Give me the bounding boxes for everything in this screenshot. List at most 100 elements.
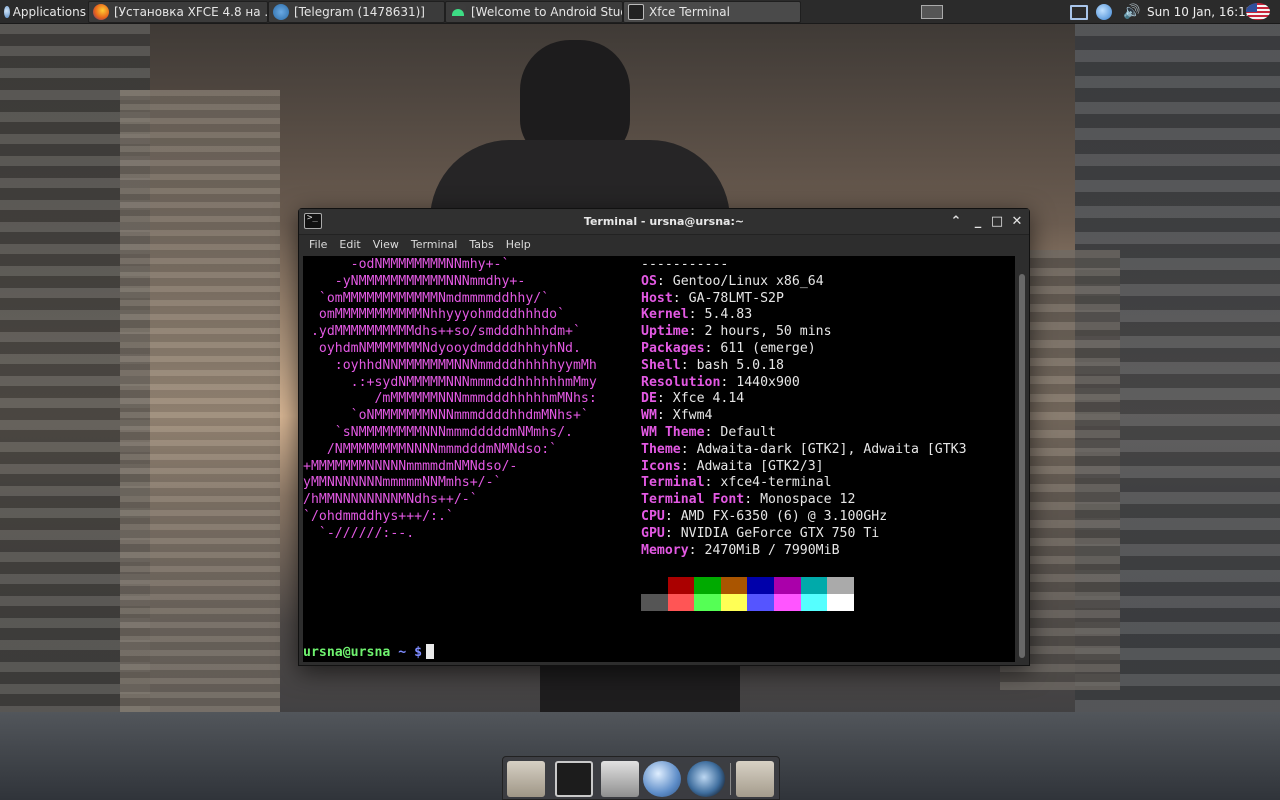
logo-text: /mMMMMMMNNNmmmdddhhhhhmMNhs: [374, 391, 597, 407]
info-line: Memory: 2470MiB / 7990MiB [641, 543, 1015, 560]
applications-menu-button[interactable]: Applications [0, 0, 86, 24]
info-value: bash 5.0.18 [696, 357, 784, 373]
info-key: Resolution [641, 374, 721, 390]
logo-text: `sNMMMMMMMMNNNmmmdddddmNMmhs/. [334, 424, 573, 440]
shell-prompt[interactable]: ursna@ursna ~ $ [303, 644, 435, 662]
info-value: xfce4-terminal [720, 475, 832, 491]
info-line: Uptime: 2 hours, 50 mins [641, 324, 1015, 341]
minimize-button[interactable]: _ [969, 213, 987, 231]
volume-icon[interactable]: 🔊 [1122, 3, 1142, 21]
info-line: Kernel: 5.4.83 [641, 307, 1015, 324]
logo-indent [303, 291, 319, 306]
taskbar-item-firefox[interactable]: [Установка XFCE 4.8 на ... [88, 1, 268, 23]
window-titlebar[interactable]: Terminal - ursna@ursna:~ ⌃ _ □ ✕ [299, 209, 1029, 235]
info-line: CPU: AMD FX-6350 (6) @ 3.100GHz [641, 509, 1015, 526]
logo-text: `/ohdmmddhys+++/:.` [303, 508, 454, 524]
web-browser-icon[interactable] [643, 761, 681, 797]
info-key: Uptime [641, 324, 689, 340]
color-swatch [694, 594, 721, 611]
logo-line: `sNMMMMMMMMNNNmmmdddddmNMmhs/. [303, 425, 643, 442]
menu-terminal[interactable]: Terminal [405, 235, 464, 255]
show-desktop-button[interactable] [921, 5, 943, 19]
logo-text: /NMMMMMMMMNNNNmmmdddmNMNdso:` [326, 441, 558, 457]
logo-line: omMMMMMMMMMMMNhhyyyohmdddhhhdo` [303, 307, 643, 324]
clock[interactable]: Sun 10 Jan, 16:12 [1147, 0, 1253, 24]
info-value: 5.4.83 [704, 307, 753, 323]
network-icon[interactable] [1069, 3, 1089, 21]
logo-line: .ydMMMMMMMMMMdhs++so/smdddhhhhdm+` [303, 324, 643, 341]
file-manager-icon[interactable] [601, 761, 639, 797]
logo-line: /hMMNNNNNNNNMNdhs++/-` [303, 492, 643, 509]
info-value: AMD FX-6350 (6) @ 3.100GHz [680, 508, 888, 524]
info-separator: ----------- [641, 257, 729, 272]
logo-text: -yNMMMMMMMMMMMNNNmmdhy+- [334, 273, 526, 289]
logo-indent [303, 358, 335, 373]
updates-icon[interactable] [1094, 3, 1114, 21]
info-value: Monospace 12 [760, 492, 856, 508]
close-button[interactable]: ✕ [1008, 213, 1026, 231]
info-value: 2 hours, 50 mins [704, 324, 832, 340]
menu-help[interactable]: Help [500, 235, 537, 255]
home-folder-icon[interactable] [736, 761, 774, 797]
info-colon: : [744, 492, 761, 508]
info-colon: : [656, 273, 673, 289]
info-value: Default [720, 424, 776, 440]
app-finder-icon[interactable] [687, 761, 725, 797]
prompt-dir: ~ $ [390, 645, 423, 660]
taskbar-item-terminal[interactable]: Xfce Terminal [623, 1, 801, 23]
android-studio-icon [450, 4, 466, 20]
info-line: DE: Xfce 4.14 [641, 391, 1015, 408]
info-line: Packages: 611 (emerge) [641, 341, 1015, 358]
logo-line: yMMNNNNNNNmmmmmNNMmhs+/-` [303, 475, 643, 492]
info-key: WM [641, 408, 657, 424]
info-line: Resolution: 1440x900 [641, 375, 1015, 392]
taskbar-item-telegram[interactable]: [Telegram (1478631)] [268, 1, 445, 23]
taskbar-item-label: [Welcome to Android Studio] [471, 5, 622, 19]
scrollbar-thumb[interactable] [1019, 274, 1025, 658]
info-line: Theme: Adwaita-dark [GTK2], Adwaita [GTK… [641, 442, 1015, 459]
info-key: OS [641, 273, 657, 289]
color-swatch [747, 594, 774, 611]
logo-indent [303, 274, 335, 289]
us-flag-icon[interactable] [1246, 3, 1270, 20]
menu-tabs[interactable]: Tabs [463, 235, 499, 255]
logo-text: oyhdmNMMMMMMMNdyooydmddddhhhyhNd. [318, 340, 581, 356]
color-swatch [800, 594, 828, 611]
terminal-output[interactable]: -odNMMMMMMMMNNmhy+-` -yNMMMMMMMMMMMNNNmm… [303, 256, 1015, 662]
info-colon: : [720, 374, 737, 390]
taskbar-item-android-studio[interactable]: [Welcome to Android Studio] [445, 1, 623, 23]
info-line: OS: Gentoo/Linux x86_64 [641, 274, 1015, 291]
menu-file[interactable]: File [303, 235, 333, 255]
info-colon: : [688, 324, 705, 340]
color-swatch [641, 594, 668, 611]
info-line: GPU: NVIDIA GeForce GTX 750 Ti [641, 526, 1015, 543]
dock [502, 756, 780, 800]
terminal-icon[interactable] [555, 761, 593, 797]
info-key: Terminal [641, 475, 705, 491]
files-icon[interactable] [507, 761, 545, 797]
scrollbar[interactable] [1017, 256, 1027, 662]
info-key: Shell [641, 357, 681, 373]
logo-indent [303, 341, 319, 356]
info-value: 611 (emerge) [720, 340, 816, 356]
logo-indent [303, 375, 351, 390]
logo-line: oyhdmNMMMMMMMNdyooydmddddhhhyhNd. [303, 341, 643, 358]
dock-separator [730, 763, 731, 795]
menu-view[interactable]: View [367, 235, 405, 255]
maximize-button[interactable]: □ [988, 213, 1006, 231]
info-value: Gentoo/Linux x86_64 [672, 273, 824, 289]
info-key: Memory [641, 542, 689, 558]
info-key: WM Theme [641, 424, 705, 440]
menu-edit[interactable]: Edit [333, 235, 366, 255]
logo-line: :oyhhdNNMMMMMMMNNNmmdddhhhhhyymMh [303, 358, 643, 375]
color-swatch [720, 594, 748, 611]
color-swatch [827, 577, 854, 594]
logo-line: `/ohdmmddhys+++/:.` [303, 509, 643, 526]
color-swatch [641, 577, 668, 594]
info-line: WM: Xfwm4 [641, 408, 1015, 425]
info-colon: : [688, 542, 705, 558]
firefox-icon [93, 4, 109, 20]
shade-button[interactable]: ⌃ [947, 213, 965, 231]
logo-text: omMMMMMMMMMMMNhhyyyohmdddhhhdo` [318, 307, 566, 323]
logo-line: .:+sydNMMMMMNNNmmmdddhhhhhhmMmy [303, 375, 643, 392]
